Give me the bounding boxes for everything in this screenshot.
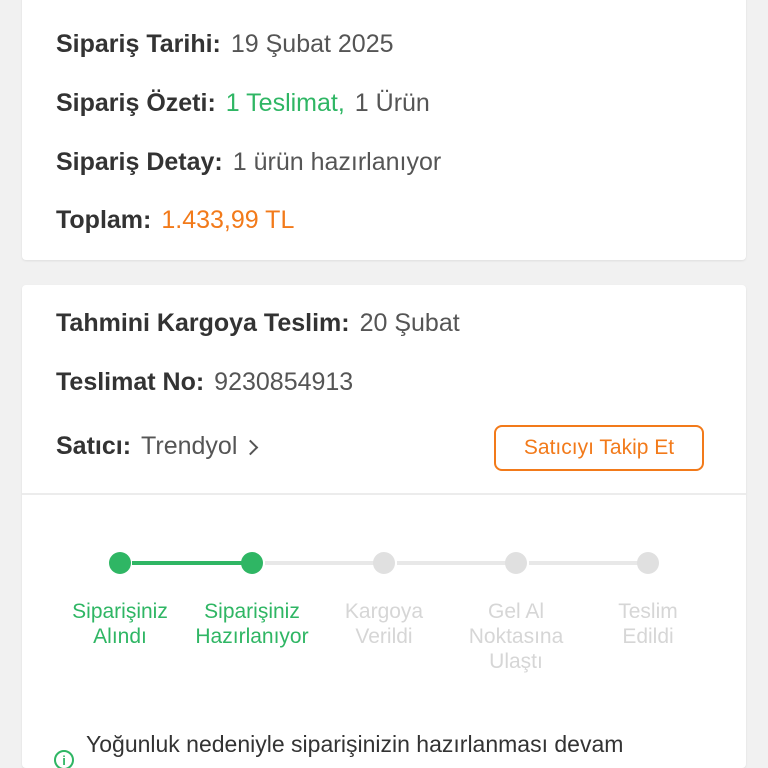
chevron-right-icon[interactable]	[243, 439, 259, 456]
info-icon: i	[54, 750, 74, 768]
step-dot-pickup	[505, 552, 527, 574]
order-date-row: Sipariş Tarihi: 19 Şubat 2025	[56, 30, 394, 59]
follow-seller-button[interactable]: Satıcıyı Takip Et	[494, 425, 704, 471]
seller-link[interactable]: Trendyol	[141, 432, 237, 461]
step-dot-delivered	[637, 552, 659, 574]
order-total-row: Toplam: 1.433,99 TL	[56, 206, 294, 235]
order-date-value: 19 Şubat 2025	[230, 30, 394, 58]
order-summary-card: Sipariş Tarihi: 19 Şubat 2025 Sipariş Öz…	[22, 0, 746, 260]
step-dot-received	[109, 552, 131, 574]
step-dot-preparing	[241, 552, 263, 574]
step-label-delivered: Teslim Edildi	[618, 600, 678, 648]
delivery-number-row: Teslimat No: 9230854913	[56, 368, 353, 397]
step-label-pickup: Gel Al Noktasına Ulaştı	[468, 600, 564, 673]
delay-notice: Yoğunluk nedeniyle siparişinizin hazırla…	[86, 731, 624, 757]
estimate-row: Tahmini Kargoya Teslim: 20 Şubat	[56, 309, 460, 338]
order-detail-row: Sipariş Detay: 1 ürün hazırlanıyor	[56, 148, 441, 177]
order-total-value: 1.433,99 TL	[161, 206, 295, 234]
delivery-number-label: Teslimat No:	[56, 368, 205, 396]
step-label-received: Siparişiniz Alındı	[72, 600, 168, 648]
estimate-label: Tahmini Kargoya Teslim:	[56, 309, 350, 337]
delivery-number-value: 9230854913	[214, 368, 354, 396]
order-detail-label: Sipariş Detay:	[56, 148, 223, 176]
delivery-card: Tahmini Kargoya Teslim: 20 Şubat Teslima…	[22, 285, 746, 768]
order-detail-value: 1 ürün hazırlanıyor	[232, 148, 442, 176]
progress-line-pending	[397, 561, 507, 565]
estimate-value: 20 Şubat	[359, 309, 460, 337]
step-dot-shipped	[373, 552, 395, 574]
order-date-label: Sipariş Tarihi:	[56, 30, 221, 58]
order-overview-row: Sipariş Özeti: 1 Teslimat, 1 Ürün	[56, 89, 430, 118]
order-total-label: Toplam:	[56, 206, 152, 234]
order-items-count: 1 Ürün	[354, 89, 430, 117]
seller-row[interactable]: Satıcı: Trendyol	[56, 432, 259, 461]
divider	[22, 493, 746, 495]
step-label-preparing: Siparişiniz Hazırlanıyor	[195, 600, 309, 648]
progress-line-done	[132, 561, 254, 565]
seller-label: Satıcı:	[56, 432, 132, 460]
progress-line-pending	[265, 561, 375, 565]
step-label-shipped: Kargoya Verildi	[344, 600, 424, 648]
order-overview-label: Sipariş Özeti:	[56, 89, 216, 117]
order-deliveries-count: 1 Teslimat,	[225, 89, 345, 117]
progress-line-pending	[529, 561, 639, 565]
